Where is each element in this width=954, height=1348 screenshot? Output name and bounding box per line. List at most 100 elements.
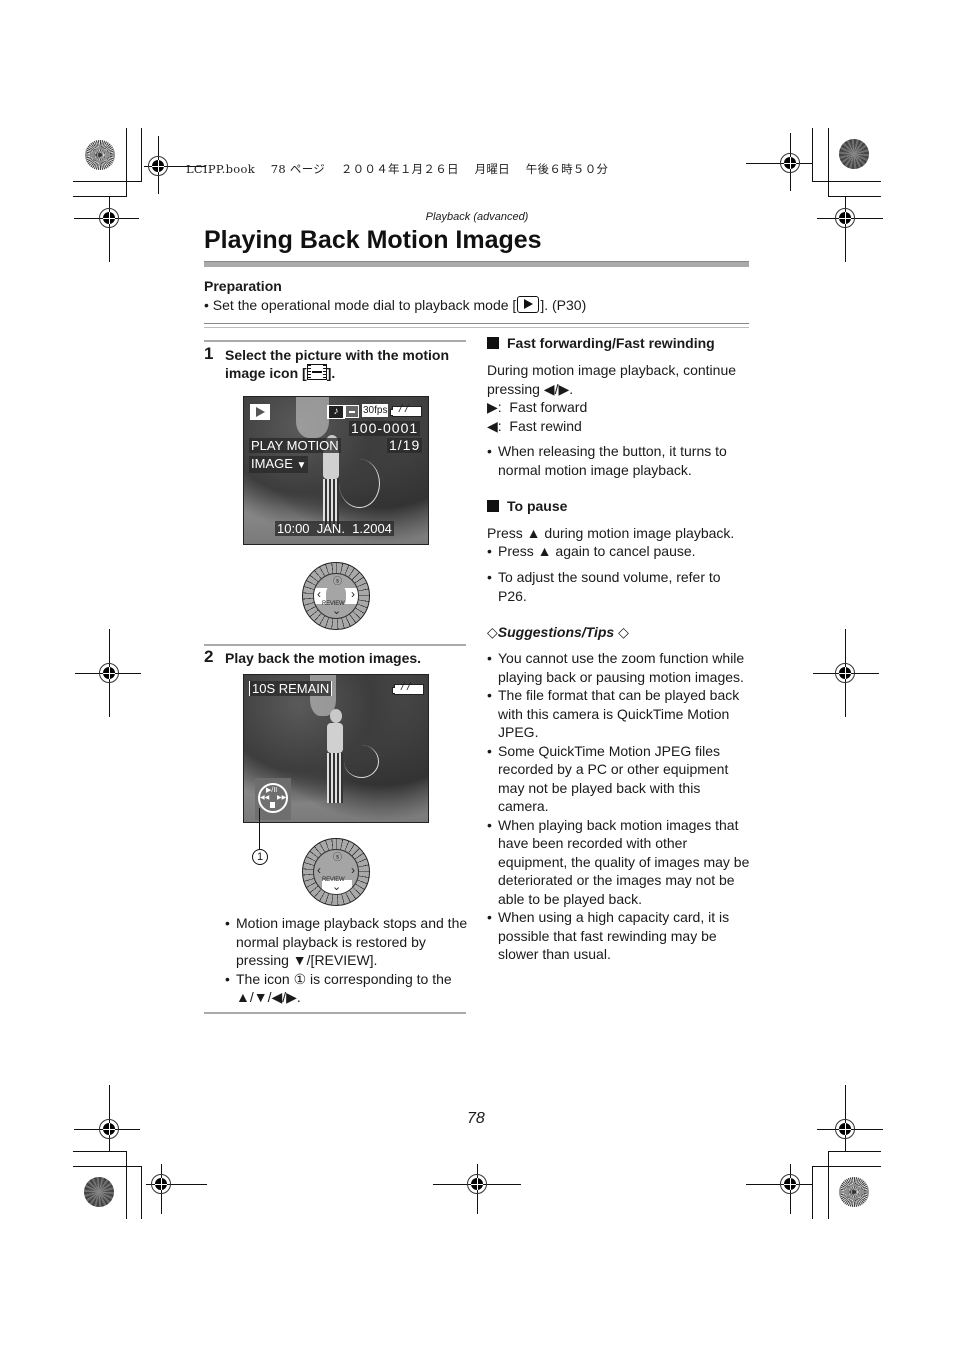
pause-heading: To pause xyxy=(487,498,567,514)
play-icon xyxy=(250,404,270,420)
tips-heading-text: Suggestions/Tips xyxy=(497,624,615,640)
preparation-text-after: ]. (P30) xyxy=(540,297,587,313)
step-1-line-2-after: ]. xyxy=(326,365,336,381)
crop-mark xyxy=(141,128,142,181)
lcd-screen-select: ♪ 30fps 100-0001 1/19 PLAY MOTION IMAGE … xyxy=(243,396,429,545)
diamond-icon: ◇ xyxy=(618,624,629,640)
step-2-end-rule xyxy=(204,1012,466,1014)
menu-play-motion[interactable]: PLAY MOTION xyxy=(249,438,341,453)
crop-mark xyxy=(812,181,881,182)
pause-notes: Press ▲ again to cancel pause. xyxy=(487,542,752,561)
tip-item: When playing back motion images that hav… xyxy=(487,816,752,909)
down-button-icon[interactable]: ⌄ xyxy=(332,606,341,617)
fast-forward-line: During motion image playback, continue xyxy=(487,362,737,378)
fps-indicator: 30fps xyxy=(362,404,389,417)
fast-forward-line: pressing ◀/▶. xyxy=(487,380,574,397)
callout-number: 1 xyxy=(252,849,268,865)
page-number: 78 xyxy=(467,1110,485,1127)
motion-image-icon xyxy=(306,364,327,380)
remaining-time: 10S REMAIN xyxy=(249,681,333,696)
color-target-icon xyxy=(84,1177,114,1207)
crop-mark xyxy=(812,128,813,181)
crop-mark xyxy=(73,181,142,182)
tip-item: You cannot use the zoom function while p… xyxy=(487,649,752,686)
down-arrow-icon: ▼ xyxy=(296,460,307,471)
left-button-icon[interactable]: ‹ xyxy=(317,864,321,876)
fast-forward-heading-text: Fast forwarding/Fast rewinding xyxy=(507,335,715,351)
starburst-target-icon xyxy=(839,1177,869,1207)
left-button-icon[interactable]: ‹ xyxy=(317,588,321,600)
crop-mark xyxy=(828,128,829,196)
tip-item: When using a high capacity card, it is p… xyxy=(487,908,752,964)
print-slug: LCIPP.book 78 ページ ２００４年１月２６日 月曜日 午後６時５０分 xyxy=(186,162,609,176)
note-item: The icon ① is corresponding to the ▲/▼/◀… xyxy=(225,970,468,1007)
preparation-text: • Set the operational mode dial to playb… xyxy=(204,296,586,313)
fast-forward-body: During motion image playback, continue p… xyxy=(487,361,752,435)
timer-icon: ⓢ xyxy=(333,852,343,862)
diamond-icon: ◇ xyxy=(487,624,498,640)
divider xyxy=(204,327,749,328)
step-2-number: 2 xyxy=(204,647,214,666)
section-label: Playback (advanced) xyxy=(425,211,529,223)
crop-mark xyxy=(73,1151,126,1152)
down-button-icon[interactable]: ⌄ xyxy=(332,882,341,893)
crop-mark xyxy=(828,196,881,197)
step-2-notes: Motion image playback stops and the norm… xyxy=(225,914,468,1007)
fast-forward-line: ▶: Fast forward xyxy=(487,399,588,415)
crop-mark xyxy=(73,196,127,197)
pause-notes-2: To adjust the sound volume, refer to P26… xyxy=(487,568,752,605)
lcd-subject-figure xyxy=(324,709,346,809)
step-1-text: Select the picture with the motion image… xyxy=(225,346,449,382)
step-2-text: Play back the motion images. xyxy=(225,650,422,666)
cursor-dial-down[interactable]: ⓢ ‹ › REVIEW ⌄ xyxy=(302,838,370,906)
crop-mark xyxy=(828,1151,829,1219)
rewind-icon: ◀◀ xyxy=(260,795,270,801)
color-target-icon xyxy=(839,139,869,169)
preparation-heading: Preparation xyxy=(204,278,282,294)
file-number: 100-0001 xyxy=(349,420,421,436)
starburst-target-icon xyxy=(85,140,115,170)
crop-mark xyxy=(126,1151,127,1219)
battery-icon xyxy=(392,681,424,695)
fast-forward-heading: Fast forwarding/Fast rewinding xyxy=(487,335,715,351)
play-mode-icon xyxy=(517,296,540,313)
tip-item: Some QuickTime Motion JPEG files recorde… xyxy=(487,742,752,816)
datetime: 10:00 JAN. 1.2004 xyxy=(275,521,394,536)
timer-icon: ⓢ xyxy=(333,576,343,586)
lcd-sky xyxy=(295,397,329,439)
image-count: 1/19 xyxy=(387,437,423,453)
preparation-text-before: • Set the operational mode dial to playb… xyxy=(204,297,517,313)
page-title: Playing Back Motion Images xyxy=(204,226,542,254)
note-item: To adjust the sound volume, refer to P26… xyxy=(487,568,752,605)
tip-item: The file format that can be played back … xyxy=(487,686,752,742)
divider xyxy=(204,323,749,324)
lcd-jump-rope xyxy=(339,459,380,508)
step-1-number: 1 xyxy=(204,344,214,363)
square-bullet-icon xyxy=(487,337,499,349)
battery-icon xyxy=(390,403,422,417)
tips-heading: ◇Suggestions/Tips ◇ xyxy=(487,624,629,641)
note-item: When releasing the button, it turns to n… xyxy=(487,442,752,479)
title-rule xyxy=(204,261,749,267)
pause-heading-text: To pause xyxy=(507,498,568,514)
step-1-rule xyxy=(204,340,466,342)
menu-image[interactable]: IMAGE ▼ xyxy=(249,456,309,473)
callout-line xyxy=(259,808,260,850)
right-button-icon[interactable]: › xyxy=(351,588,355,600)
cursor-dial-lr[interactable]: ⓢ ‹ › REVIEW ⌄ xyxy=(302,562,370,630)
crop-mark xyxy=(126,128,127,196)
crop-mark xyxy=(812,1166,881,1167)
step-2-rule xyxy=(204,644,466,646)
playback-control-icon[interactable]: ▶/II ◀◀ ▶▶ xyxy=(255,778,291,820)
motion-image-icon xyxy=(345,405,359,418)
note-item: Press ▲ again to cancel pause. xyxy=(487,542,752,561)
fast-forward-notes: When releasing the button, it turns to n… xyxy=(487,442,752,479)
fast-forward-icon: ▶▶ xyxy=(277,795,287,801)
fast-forward-line: ◀: Fast rewind xyxy=(487,417,582,434)
crop-mark xyxy=(141,1166,142,1219)
audio-icon: ♪ xyxy=(327,405,345,419)
right-button-icon[interactable]: › xyxy=(351,864,355,876)
step-1-line-2: image icon []. xyxy=(225,364,449,382)
square-bullet-icon xyxy=(487,500,499,512)
note-item: Motion image playback stops and the norm… xyxy=(225,914,468,970)
